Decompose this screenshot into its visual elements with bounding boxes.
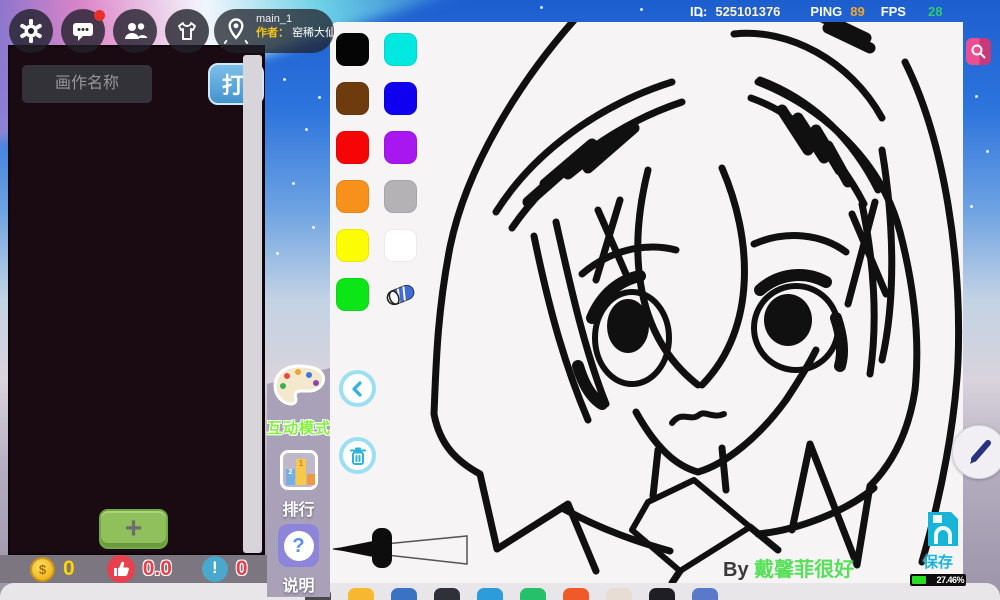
color-swatch[interactable] [384,131,417,164]
author-name: 窑稀大仙 [292,27,337,39]
color-swatch[interactable] [384,33,417,66]
coins-stat: $ 0 [30,556,75,582]
color-palette [336,33,417,311]
brush-slider-handle[interactable] [372,528,392,568]
taskbar-app-icon[interactable] [348,588,374,600]
interactive-mode-label[interactable]: 互动模式 [263,417,335,438]
brush-size-slider[interactable] [330,525,480,575]
alerts-count: 0 [235,557,248,580]
shirt-icon [178,22,196,40]
fps-value: 28 [927,4,943,19]
save-label[interactable]: 保存 [910,551,966,572]
back-arrow-icon [351,380,362,397]
taskbar-app-icon[interactable] [391,588,417,600]
color-swatch[interactable] [336,180,369,213]
taskbar-app-icon[interactable] [434,588,460,600]
color-swatch[interactable] [336,131,369,164]
screen: By 戴馨菲很好 保存 27.46% 打 + $ 0 [0,0,1000,600]
color-swatch[interactable] [336,278,369,311]
sketch-drawing [430,22,963,583]
rank-label[interactable]: 排行 [267,496,330,520]
room-info: main_1 作者： 窑稀大仙 [256,12,336,40]
taskbar-icons [305,588,718,600]
help-label[interactable]: 说明 [267,572,330,596]
add-artwork-button[interactable]: + [99,509,168,549]
id-value: 525101376 [715,4,781,19]
help-icon[interactable]: ? [278,524,319,567]
color-swatch[interactable] [384,82,417,115]
back-button[interactable] [339,370,376,407]
players-button[interactable] [113,9,157,53]
color-swatch[interactable] [336,229,369,262]
taskbar-app-icon[interactable] [692,588,718,600]
save-group: 保存 27.46% [910,510,966,586]
stats-bar: $ 0 0.0 ! 0 [0,555,267,583]
credit-by: By [723,559,749,581]
zoom-button[interactable] [966,38,991,65]
settings-button[interactable] [9,9,53,53]
ping-label: PING [810,4,843,19]
chat-icon [73,23,93,41]
trash-button[interactable] [339,437,376,474]
chat-notification-badge [94,10,105,21]
fps-label: FPS [880,4,906,19]
coin-icon: $ [30,556,55,582]
coins-count: 0 [63,557,75,580]
taskbar [0,583,1000,600]
likes-stat: 0.0 [106,555,172,583]
taskbar-app-icon[interactable] [520,588,546,600]
people-icon [125,23,148,39]
eraser-icon [386,284,415,305]
likes-count: 0.0 [142,557,172,580]
outfit-button[interactable] [165,9,209,53]
taskbar-app-icon[interactable] [649,588,675,600]
gear-icon [20,19,42,43]
podium-first: 1 [296,459,306,485]
save-floppy-icon[interactable] [925,510,961,548]
eraser-tool[interactable] [384,278,417,311]
map-pin-icon [223,18,249,45]
color-swatch[interactable] [384,229,417,262]
system-stats: ID: 525101376 PING 89 FPS 28 [690,4,965,19]
pen-tool-button[interactable] [952,425,1000,479]
pen-icon [970,440,991,464]
interactive-mode-palette-icon[interactable] [270,360,328,412]
color-swatch[interactable] [336,33,369,66]
artwork-name-input[interactable] [22,65,152,103]
thumbs-up-icon [106,555,135,583]
taskbar-app-icon[interactable] [606,588,632,600]
podium-third [307,474,315,485]
save-progress-text: 27.46% [936,575,964,585]
color-swatch[interactable] [336,82,369,115]
taskbar-app-icon[interactable] [477,588,503,600]
color-swatch[interactable] [384,180,417,213]
exclamation-icon: ! [201,556,228,582]
credit-text: By 戴馨菲很好 [723,553,854,582]
panel-scrollbar[interactable] [243,55,262,553]
room-name: main_1 [256,13,293,25]
magnifier-icon [971,44,986,59]
ping-value: 89 [850,4,865,19]
save-progress-bar: 27.46% [910,574,966,586]
artworks-panel: 打 + [8,45,265,555]
podium-second: 2 [286,469,295,485]
drawing-canvas[interactable]: By 戴馨菲很好 保存 27.46% [330,22,966,586]
rank-icon[interactable]: 2 1 [280,450,318,490]
alerts-stat: ! 0 [201,556,248,582]
id-label: ID: [690,4,708,19]
author-label: 作者： [256,27,289,39]
taskbar-app-icon[interactable] [563,588,589,600]
trash-icon [349,447,366,465]
credit-name: 戴馨菲很好 [754,559,855,581]
